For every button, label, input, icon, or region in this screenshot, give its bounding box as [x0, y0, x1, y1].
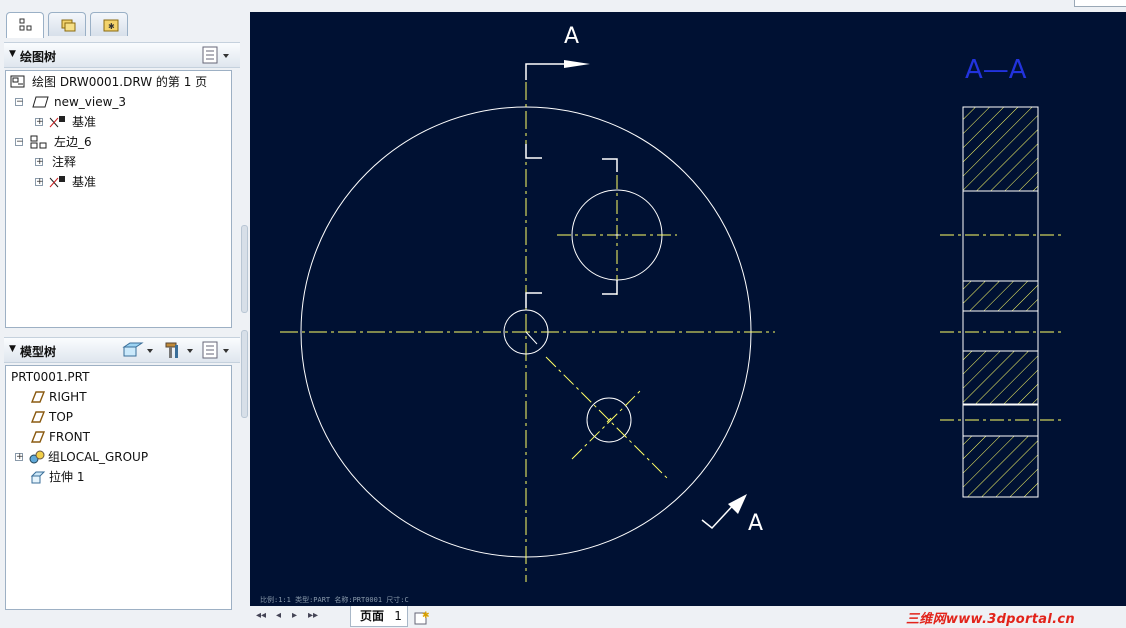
section-arrow-bottom: [728, 494, 747, 514]
section-cut-mid-1: [525, 144, 542, 159]
group-icon: [29, 450, 45, 464]
page-bar: ◂◂ ◂ ▸ ▸▸ 页面 1 ✱ 三维网www.3dportal.cn: [250, 606, 1126, 628]
status-text: 比例:1:1 类型:PART 名称:PRT0001 尺寸:C: [260, 595, 409, 604]
next-page-icon[interactable]: ▸: [292, 610, 297, 621]
datum-plane-icon: [30, 431, 46, 443]
drawing-svg: A A A—A 比例:1:1 类型:PART 名称:PRT0001 尺寸:C: [260, 24, 1062, 604]
hatch-region-3: [962, 350, 1039, 406]
hatch-region-2: [962, 280, 1039, 312]
extrude-icon: [30, 471, 46, 484]
show-button[interactable]: [122, 341, 158, 359]
section-view-title: A—A: [965, 55, 1027, 85]
lower-hole-cross-centerline: [571, 388, 643, 460]
star-folder-icon: ✱: [103, 19, 119, 32]
datum-plane-icon: [30, 391, 46, 403]
datum-plane-icon: [30, 411, 46, 423]
drawing-canvas[interactable]: A A A—A 比例:1:1 类型:PART 名称:PRT0001 尺寸:C: [250, 12, 1126, 606]
drawing-tree-title: 绘图树: [20, 50, 57, 64]
model-tree-header: ▼ 模型树: [4, 337, 240, 363]
tab-layers[interactable]: [48, 12, 86, 36]
lower-hole-diag-centerline: [545, 356, 669, 480]
drawing-tree-header: ▼ 绘图树: [4, 42, 240, 68]
watermark: 三维网www.3dportal.cn: [906, 612, 1075, 627]
svg-text:✱: ✱: [108, 22, 115, 31]
section-label-top: A: [564, 24, 579, 49]
datum-icon: [49, 116, 65, 128]
tools-button[interactable]: [162, 341, 198, 359]
section-arrow-top: [564, 60, 590, 68]
expander-plus-icon[interactable]: +: [35, 158, 44, 167]
view-icon: [32, 96, 49, 108]
section-label-bottom: A: [748, 511, 763, 536]
drawing-tree: 绘图 DRW0001.DRW 的第 1 页 − new_view_3 + 基准 …: [5, 70, 232, 328]
expander-plus-icon[interactable]: +: [35, 118, 44, 127]
folder-icon: [61, 19, 76, 32]
expander-minus-icon[interactable]: −: [15, 98, 24, 107]
center-tick: [525, 331, 538, 345]
expander-minus-icon[interactable]: −: [15, 138, 24, 147]
svg-text:✱: ✱: [422, 611, 430, 621]
section-cut-mid-4: [525, 292, 542, 308]
tree-item-part[interactable]: PRT0001.PRT: [11, 368, 89, 386]
tab-favorites[interactable]: ✱: [90, 12, 128, 36]
section-cut-mid-3: [602, 280, 618, 295]
drawing-sheet-icon: [10, 75, 25, 88]
prev-page-icon[interactable]: ◂: [276, 610, 281, 621]
tree-settings-button[interactable]: [202, 46, 234, 64]
tab-tree[interactable]: [6, 12, 44, 38]
model-tree: PRT0001.PRT RIGHT TOP FRONT + 组LOCAL_GRO…: [5, 365, 232, 610]
top-right-input[interactable]: [1074, 0, 1126, 7]
first-page-icon[interactable]: ◂◂: [256, 610, 266, 621]
splitter-handle[interactable]: [241, 225, 248, 313]
datum-icon: [49, 176, 65, 188]
expander-plus-icon[interactable]: +: [35, 178, 44, 187]
tree-icon: [19, 18, 32, 31]
expander-plus-icon[interactable]: +: [15, 453, 24, 462]
splitter-handle[interactable]: [241, 330, 248, 418]
model-tree-title: 模型树: [20, 345, 57, 359]
projection-view-icon: [30, 135, 47, 149]
last-page-icon[interactable]: ▸▸: [308, 610, 318, 621]
hatch-region-4: [962, 435, 1039, 498]
hatch-region-1: [962, 106, 1039, 192]
section-cut-mid-2: [602, 158, 618, 172]
collapse-caret-icon[interactable]: ▼: [9, 344, 16, 354]
collapse-caret-icon[interactable]: ▼: [9, 49, 16, 59]
page-tab[interactable]: 页面 1: [350, 606, 408, 627]
new-page-icon[interactable]: ✱: [413, 609, 431, 625]
navigator-tabs: ✱: [4, 12, 246, 38]
tree-settings-button[interactable]: [202, 341, 234, 359]
